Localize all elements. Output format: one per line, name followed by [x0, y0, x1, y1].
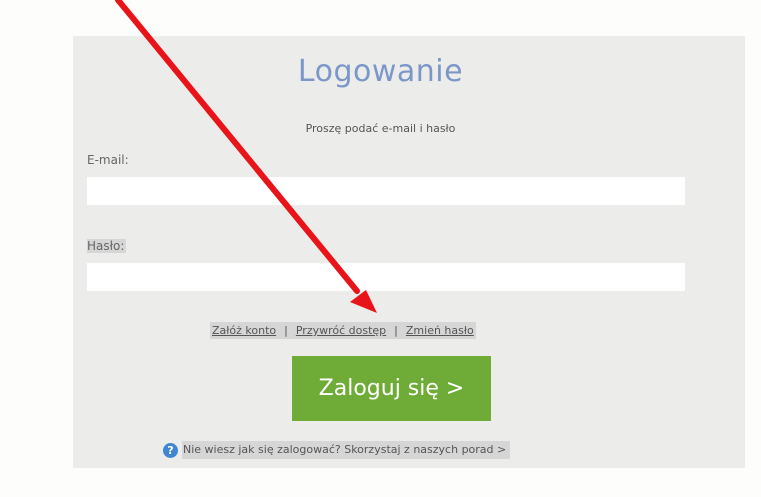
login-button[interactable]: Zaloguj się > [292, 356, 491, 421]
login-instructions: Proszę podać e-mail i hasło [305, 122, 456, 135]
link-separator: | [284, 324, 288, 337]
link-separator: | [394, 324, 398, 337]
password-label: Hasło: [87, 239, 127, 253]
question-circle-icon[interactable]: ? [163, 442, 178, 458]
password-field[interactable] [87, 263, 685, 291]
email-label: E-mail: [87, 153, 129, 167]
help-row: ? Nie wiesz jak się zalogować? Skorzysta… [163, 441, 511, 459]
restore-access-link[interactable]: Przywróć dostęp [296, 324, 386, 337]
login-page: Logowanie Proszę podać e-mail i hasło E-… [0, 0, 761, 497]
change-password-link[interactable]: Zmień hasło [406, 324, 474, 337]
email-field[interactable] [87, 177, 685, 205]
login-help-link[interactable]: Nie wiesz jak się zalogować? Skorzystaj … [182, 441, 511, 459]
account-links: Załóż konto | Przywróć dostęp | Zmień hasło [210, 322, 476, 339]
page-title: Logowanie [297, 54, 464, 89]
create-account-link[interactable]: Załóż konto [212, 324, 276, 337]
